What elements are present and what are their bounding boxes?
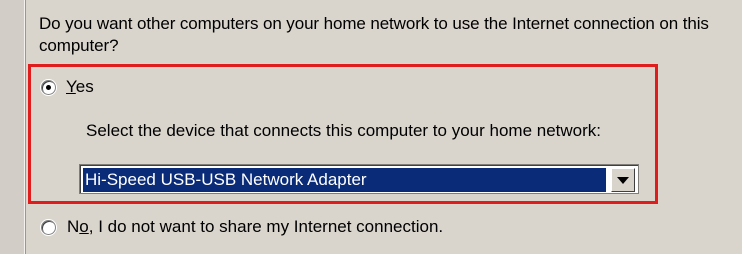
device-instruction: Select the device that connects this com… <box>86 121 601 140</box>
no-label-mnemonic: o <box>79 217 89 236</box>
yes-label[interactable]: Yes <box>66 77 94 97</box>
chevron-down-icon[interactable] <box>611 168 635 192</box>
network-device-select[interactable]: Hi-Speed USB-USB Network Adapter <box>79 164 639 194</box>
no-label-prefix: N <box>67 217 80 236</box>
no-radio[interactable] <box>41 220 56 235</box>
yes-label-suffix: es <box>75 77 94 96</box>
no-label[interactable]: No, I do not want to share my Internet c… <box>67 217 443 237</box>
left-border-strip <box>0 0 24 254</box>
yes-radio[interactable] <box>41 80 56 95</box>
radio-selected-dot <box>46 85 51 90</box>
selected-device[interactable]: Hi-Speed USB-USB Network Adapter <box>83 168 606 192</box>
no-label-suffix: , I do not want to share my Internet con… <box>88 217 444 236</box>
yes-label-mnemonic: Y <box>66 77 76 96</box>
sharing-question: Do you want other computers on your home… <box>39 14 709 55</box>
